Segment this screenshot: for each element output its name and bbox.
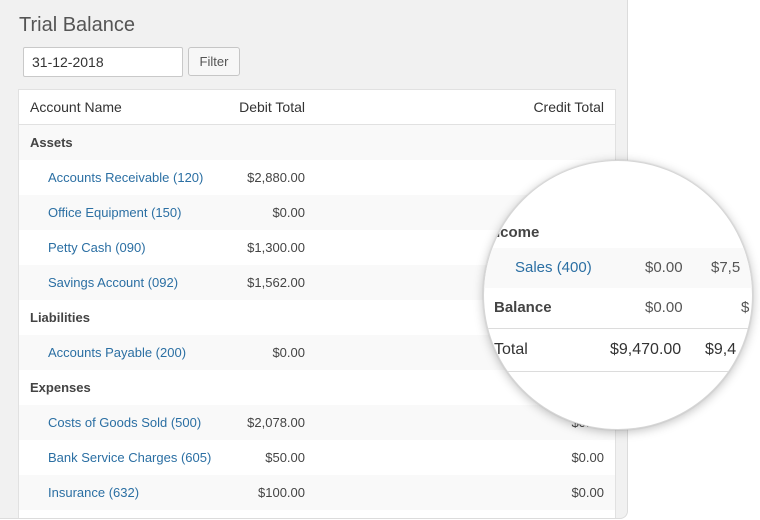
header-debit-total: Debit Total — [239, 99, 305, 115]
debit-value: $100.00 — [258, 485, 305, 500]
mag-income-label: ncome — [491, 224, 540, 241]
debit-value: $0.00 — [272, 205, 305, 220]
mag-sales-debit: $0.00 — [645, 259, 683, 276]
mag-total-credit: $9,4 — [705, 341, 737, 358]
mag-balance-label: Balance — [494, 299, 552, 316]
mag-total-row: Total $9,470.00 $9,4 — [484, 329, 752, 371]
group-row-assets: Assets — [19, 125, 615, 160]
group-label: Expenses — [30, 380, 91, 395]
account-link[interactable]: Savings Account (092) — [48, 265, 178, 300]
credit-value: $0.00 — [571, 485, 604, 500]
table-row: Insurance (632) $100.00 $0.00 — [19, 475, 615, 510]
account-link[interactable]: Accounts Payable (200) — [48, 335, 186, 370]
header-account-name: Account Name — [30, 99, 122, 115]
account-link[interactable]: Petty Cash (090) — [48, 230, 146, 265]
account-link[interactable]: Office Equipment (150) — [48, 195, 181, 230]
mag-total-label: Total — [494, 341, 528, 358]
table-header: Account Name Debit Total Credit Total — [19, 90, 615, 125]
account-link[interactable]: Bank Service Charges (605) — [48, 440, 211, 475]
debit-value: $2,880.00 — [247, 170, 305, 185]
mag-divider — [484, 371, 752, 372]
group-label: Assets — [30, 135, 73, 150]
debit-value: $1,300.00 — [247, 240, 305, 255]
filter-button[interactable]: Filter — [188, 47, 240, 76]
account-link[interactable]: Insurance (632) — [48, 475, 139, 510]
magnifier-content: ncome Sales (400) $0.00 $7,5 Balance $0.… — [484, 161, 752, 429]
account-link[interactable]: Costs of Goods Sold (500) — [48, 405, 201, 440]
table-row: Bank Service Charges (605) $50.00 $0.00 — [19, 440, 615, 475]
debit-value: $2,078.00 — [247, 415, 305, 430]
account-link[interactable]: Accounts Receivable (120) — [48, 160, 203, 195]
credit-value: $0.00 — [571, 450, 604, 465]
mag-sales-link[interactable]: Sales (400) — [515, 248, 592, 288]
mag-income-group: ncome — [484, 218, 752, 248]
date-input[interactable]: 31-12-2018 — [23, 47, 183, 77]
page-title: Trial Balance — [19, 14, 135, 36]
group-label: Liabilities — [30, 310, 90, 325]
mag-balance-credit: $ — [741, 299, 750, 316]
debit-value: $50.00 — [265, 450, 305, 465]
header-credit-total: Credit Total — [533, 99, 604, 115]
mag-sales-row: Sales (400) $0.00 $7,5 — [484, 248, 752, 288]
debit-value: $1,562.00 — [247, 275, 305, 290]
mag-balance-row: Balance $0.00 $ — [484, 288, 752, 328]
debit-value: $0.00 — [272, 345, 305, 360]
mag-balance-debit: $0.00 — [645, 299, 683, 316]
mag-total-debit: $9,470.00 — [610, 341, 682, 358]
mag-sales-credit: $7,5 — [711, 259, 741, 276]
magnifier-lens: ncome Sales (400) $0.00 $7,5 Balance $0.… — [483, 160, 753, 430]
